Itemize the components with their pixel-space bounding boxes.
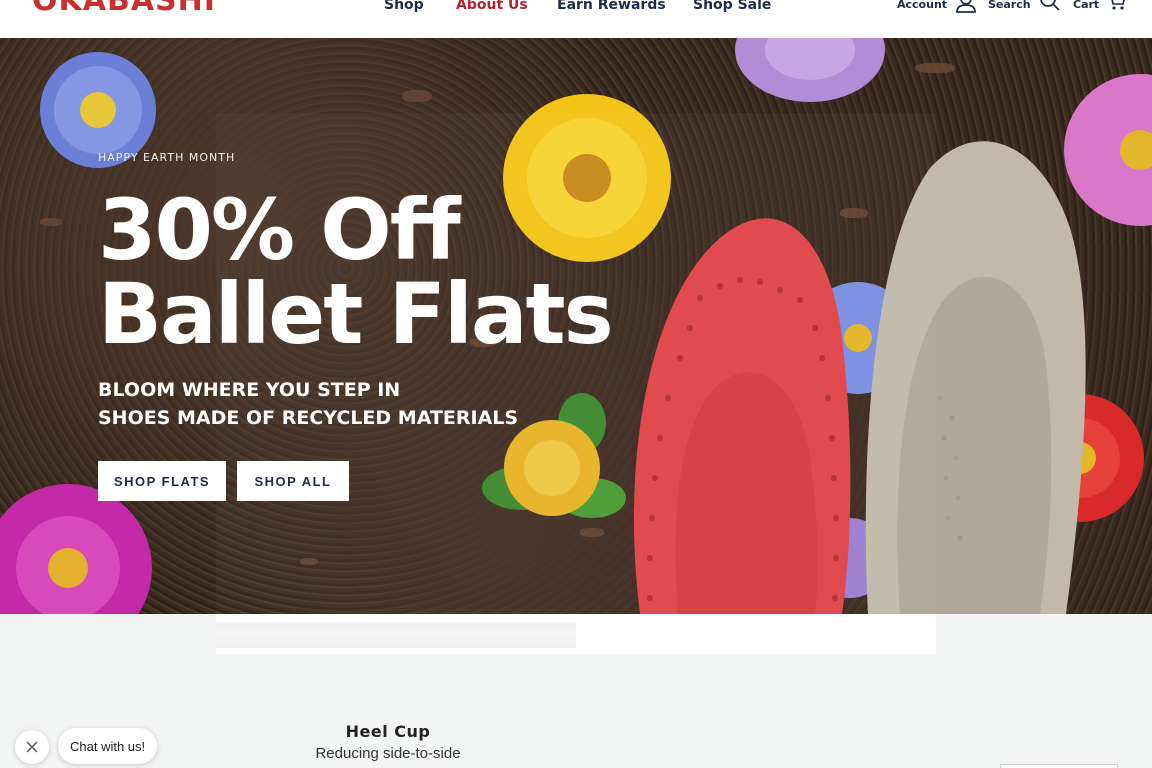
chat-label: Chat with us! <box>70 738 146 754</box>
nav-shop-sale[interactable]: Shop Sale <box>693 0 771 14</box>
nav-about-us[interactable]: About Us <box>456 0 528 14</box>
search-label: Search <box>988 0 1031 11</box>
feature-title: Heel Cup <box>345 722 431 741</box>
search-icon <box>1039 0 1061 14</box>
cart-label: Cart <box>1073 0 1100 11</box>
hero-eyebrow: HAPPY EARTH MONTH <box>98 151 236 164</box>
shop-all-button[interactable]: SHOP ALL <box>237 461 349 501</box>
chat-close-button[interactable] <box>15 730 49 764</box>
hero-subtitle-line1: BLOOM WHERE YOU STEP IN <box>98 379 401 401</box>
hero-banner: HAPPY EARTH MONTH 30% Off Ballet Flats B… <box>0 38 1152 614</box>
search-link[interactable]: Search <box>988 0 1061 14</box>
account-label: Account <box>897 0 948 11</box>
purple-flower-image <box>735 38 885 102</box>
chat-with-us-button[interactable]: Chat with us! <box>58 728 158 764</box>
hero-title-line2: Ballet Flats <box>98 265 614 363</box>
cart-link[interactable]: Cart <box>1073 0 1127 14</box>
cart-icon <box>1107 0 1127 14</box>
hero-subtitle-line2: SHOES MADE OF RECYCLED MATERIALS <box>98 407 519 429</box>
nav-earn-rewards[interactable]: Earn Rewards <box>557 0 666 14</box>
hero-subtitle: BLOOM WHERE YOU STEP IN SHOES MADE OF RE… <box>98 376 518 432</box>
magenta-flower-image <box>0 484 152 614</box>
close-icon <box>26 738 38 757</box>
nav-shop[interactable]: Shop <box>384 0 424 14</box>
user-icon <box>955 0 977 14</box>
hero-title: 30% Off Ballet Flats <box>98 181 614 363</box>
pink-flower-image <box>1064 74 1152 226</box>
brand-logo[interactable]: OKABASHI <box>32 0 216 16</box>
account-link[interactable]: Account <box>897 0 977 14</box>
loading-placeholder <box>216 622 576 648</box>
site-header: OKABASHI Shop About Us Earn Rewards Shop… <box>0 0 1152 38</box>
hero-title-line1: 30% Off <box>98 181 461 279</box>
corner-widget <box>1000 764 1118 768</box>
feature-text: Reducing side-to-side <box>315 745 461 762</box>
shop-flats-button[interactable]: SHOP FLATS <box>98 461 226 501</box>
